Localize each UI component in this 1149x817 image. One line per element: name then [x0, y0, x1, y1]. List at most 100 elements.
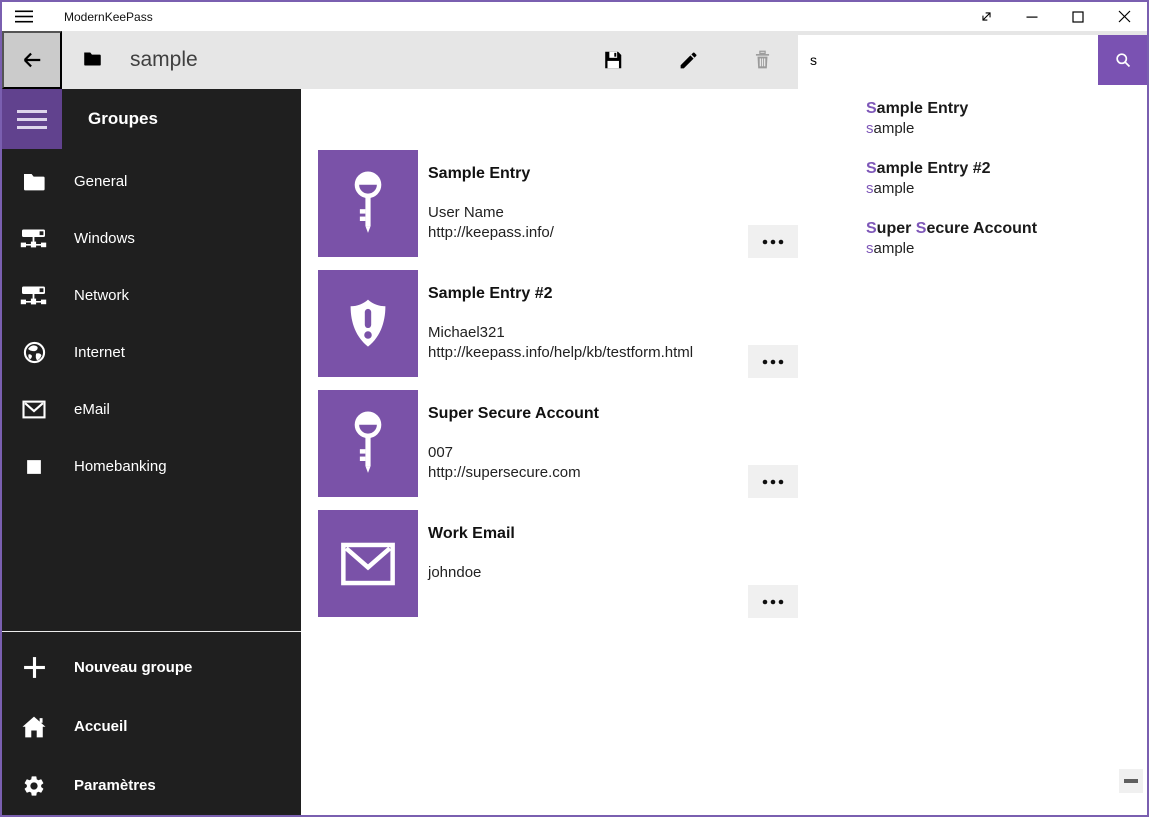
suggestion-item[interactable]: Super Secure Account sample — [798, 215, 1147, 275]
entry-more-button[interactable] — [748, 465, 798, 498]
more-dots-icon — [762, 599, 784, 605]
search-icon — [1113, 50, 1133, 70]
globe-icon — [20, 340, 48, 365]
entry-details: User Name http://keepass.info/ — [428, 203, 554, 243]
entry-row[interactable]: Sample Entry User Name http://keepass.in… — [318, 150, 798, 257]
hamburger-icon — [17, 110, 47, 113]
sidebar-item-label: Internet — [74, 344, 125, 361]
sidebar-item-internet[interactable]: Internet — [2, 324, 301, 381]
suggestion-title: Sample Entry — [866, 99, 1137, 119]
sidebar-item-new-group[interactable]: Nouveau groupe — [2, 638, 301, 697]
sidebar-item-label: Windows — [74, 230, 135, 247]
entry-details: 007 http://supersecure.com — [428, 443, 581, 483]
edit-button[interactable] — [666, 31, 710, 89]
sidebar-item-label: General — [74, 173, 127, 190]
database-name: sample — [130, 31, 198, 89]
entry-title: Super Secure Account — [428, 403, 599, 425]
entry-more-button[interactable] — [748, 225, 798, 258]
maximize-icon — [1072, 11, 1084, 23]
square-icon — [20, 456, 48, 478]
entry-more-button[interactable] — [748, 345, 798, 378]
resize-icon — [978, 8, 995, 25]
gear-icon — [20, 774, 48, 798]
sidebar-item-home[interactable]: Accueil — [2, 697, 301, 756]
delete-button[interactable] — [740, 31, 784, 89]
entry-username: 007 — [428, 443, 581, 463]
app-title: ModernKeePass — [64, 10, 153, 24]
close-button[interactable] — [1101, 2, 1147, 31]
plus-icon — [20, 655, 48, 680]
entry-more-button[interactable] — [748, 585, 798, 618]
maximize-button[interactable] — [1055, 2, 1101, 31]
entry-username: Michael321 — [428, 323, 693, 343]
delete-trash-icon — [752, 49, 773, 71]
sidebar-item-general[interactable]: General — [2, 153, 301, 210]
entry-url: http://keepass.info/help/kb/testform.htm… — [428, 343, 693, 363]
search-button[interactable] — [1098, 35, 1147, 85]
back-button[interactable] — [2, 31, 62, 89]
titlebar: ModernKeePass — [2, 2, 1147, 31]
entry-tile[interactable] — [318, 270, 418, 377]
suggestion-subtitle: sample — [866, 239, 1137, 259]
suggestion-subtitle: sample — [866, 179, 1137, 199]
window-controls — [963, 2, 1147, 31]
database-folder-icon — [82, 50, 102, 68]
save-button[interactable] — [591, 31, 635, 89]
sidebar-item-settings[interactable]: Paramètres — [2, 756, 301, 815]
network-icon — [20, 285, 48, 307]
more-dots-icon — [762, 479, 784, 485]
entry-title: Work Email — [428, 523, 515, 545]
key-icon — [347, 170, 389, 238]
suggestion-subtitle: sample — [866, 119, 1137, 139]
minimize-button[interactable] — [1009, 2, 1055, 31]
folder-icon — [20, 171, 48, 193]
search-input[interactable] — [798, 35, 1098, 85]
app-window: ModernKeePass — [0, 0, 1149, 817]
envelope-icon — [20, 399, 48, 420]
sidebar-item-homebanking[interactable]: Homebanking — [2, 438, 301, 495]
entry-tile[interactable] — [318, 390, 418, 497]
entry-url: http://supersecure.com — [428, 463, 581, 483]
back-arrow-icon — [20, 49, 44, 71]
entry-tile[interactable] — [318, 510, 418, 617]
sidebar-item-label: Accueil — [74, 718, 127, 735]
minimize-icon — [1026, 11, 1038, 23]
suggestion-title: Super Secure Account — [866, 219, 1137, 239]
entry-row[interactable]: Super Secure Account 007 http://supersec… — [318, 390, 798, 497]
sidebar-item-label: Nouveau groupe — [74, 659, 192, 676]
entry-row[interactable]: Work Email johndoe — [318, 510, 798, 617]
sidebar-item-label: Homebanking — [74, 458, 167, 475]
entry-tile[interactable] — [318, 150, 418, 257]
entry-url: http://keepass.info/ — [428, 223, 554, 243]
sidebar: Groupes General Windows — [2, 89, 301, 815]
network-icon — [20, 228, 48, 250]
envelope-icon — [340, 541, 396, 587]
close-icon — [1118, 10, 1131, 23]
key-icon — [347, 410, 389, 478]
suggestion-item[interactable]: Sample Entry sample — [798, 95, 1147, 155]
entry-details: Michael321 http://keepass.info/help/kb/t… — [428, 323, 693, 363]
save-icon — [602, 49, 624, 71]
more-dots-icon — [762, 239, 784, 245]
more-dots-icon — [762, 359, 784, 365]
suggestion-title: Sample Entry #2 — [866, 159, 1137, 179]
entry-row[interactable]: Sample Entry #2 Michael321 http://keepas… — [318, 270, 798, 377]
entry-details: johndoe — [428, 563, 481, 583]
sidebar-item-windows[interactable]: Windows — [2, 210, 301, 267]
zoom-out-button[interactable] — [1119, 769, 1143, 793]
groups-header: Groupes — [88, 89, 158, 149]
fullscreen-button[interactable] — [963, 2, 1009, 31]
suggestion-item[interactable]: Sample Entry #2 sample — [798, 155, 1147, 215]
sidebar-hamburger-button[interactable] — [2, 89, 62, 149]
menu-icon — [15, 10, 33, 23]
entry-username: User Name — [428, 203, 554, 223]
alert-shield-icon — [339, 293, 397, 355]
sidebar-item-network[interactable]: Network — [2, 267, 301, 324]
search-suggestions: Sample Entry sample Sample Entry #2 samp… — [798, 85, 1147, 289]
edit-pencil-icon — [678, 50, 699, 71]
entry-title: Sample Entry #2 — [428, 283, 553, 305]
entry-username: johndoe — [428, 563, 481, 583]
sidebar-item-email[interactable]: eMail — [2, 381, 301, 438]
sidebar-item-label: Paramètres — [74, 777, 156, 794]
titlebar-menu-button[interactable] — [2, 2, 46, 31]
